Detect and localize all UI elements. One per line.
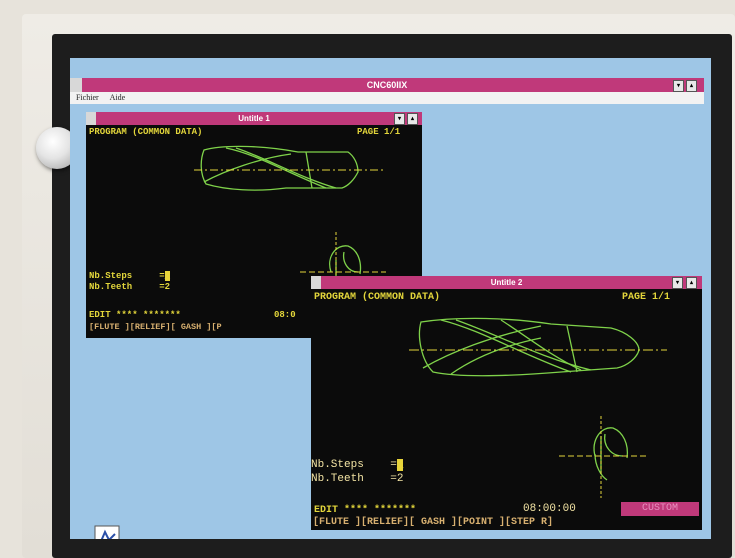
window-1-softkeys[interactable]: [FLUTE ][RELIEF][ GASH ][P <box>89 322 222 332</box>
window-1-status: EDIT **** ******* <box>89 310 181 320</box>
window-1-fields: Nb.Steps =_ Nb.Teeth =2 <box>89 271 171 293</box>
system-menu-icon[interactable] <box>70 78 82 92</box>
custom-button[interactable]: CUSTOM <box>621 502 699 516</box>
window-2-softkeys[interactable]: [FLUTE ][RELIEF][ GASH ][POINT ][STEP R] <box>313 517 553 528</box>
field-value: =2 <box>390 473 404 485</box>
window-1-time: 08:0 <box>274 310 296 320</box>
field-label: Nb.Teeth <box>311 473 364 485</box>
window-2-fields: Nb.Steps =_ Nb.Teeth =2 <box>311 458 404 486</box>
field-label: Nb.Steps <box>89 271 133 281</box>
menu-aide[interactable]: Aide <box>110 93 126 102</box>
window-2-drawing <box>409 317 667 498</box>
minimize-icon[interactable]: ▾ <box>673 80 684 92</box>
window-2-time: 08:00:00 <box>523 503 576 515</box>
maximize-icon[interactable]: ▴ <box>686 80 697 92</box>
field-value: = <box>390 459 397 471</box>
field-label: Nb.Steps <box>311 459 364 471</box>
input-cursor[interactable]: _ <box>164 271 171 281</box>
mdi-area: Untitle 1 ▾ ▴ PROGRAM (COMMON DATA) PAGE… <box>70 104 704 539</box>
field-value: =2 <box>159 282 171 292</box>
window-2-status: EDIT **** ******* <box>314 505 417 516</box>
app-title: CNC60IIX <box>366 80 408 90</box>
menu-fichier[interactable]: Fichier <box>76 93 99 102</box>
child-window-2[interactable]: Untitle 2 ▾ ▴ PROGRAM (COMMON DATA) PAGE… <box>311 276 702 530</box>
field-value: = <box>159 271 165 281</box>
app-title-bar[interactable]: CNC60IIX ▾ ▴ <box>70 78 704 92</box>
screen: CNC60IIX ▾ ▴ Fichier Aide Untitle 1 ▾ ▴ … <box>70 58 711 539</box>
desktop-program-icon[interactable] <box>93 524 121 539</box>
input-cursor[interactable]: _ <box>396 459 404 471</box>
field-label: Nb.Teeth <box>89 282 133 292</box>
menu-bar: Fichier Aide <box>70 92 704 104</box>
